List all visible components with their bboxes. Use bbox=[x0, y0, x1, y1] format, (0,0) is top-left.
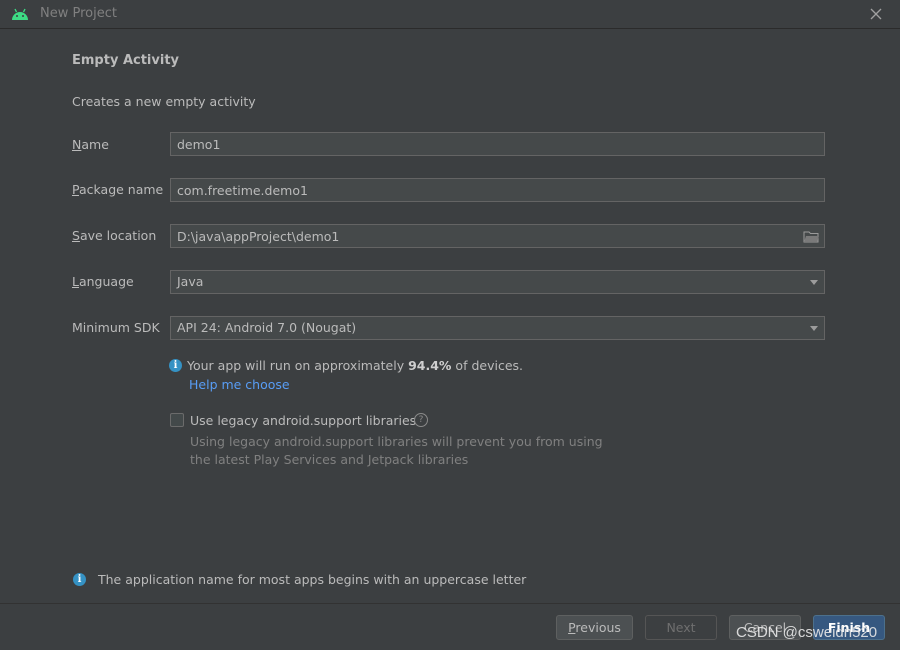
minimum-sdk-label: Minimum SDK bbox=[72, 320, 160, 335]
watermark: CSDN @csweidn520 bbox=[736, 624, 878, 641]
name-label-rest: ame bbox=[81, 137, 109, 152]
device-coverage-suffix: of devices. bbox=[451, 358, 523, 373]
device-coverage-percent: 94.4% bbox=[408, 358, 452, 373]
legacy-support-description-line1: Using legacy android.support libraries w… bbox=[190, 434, 603, 449]
previous-button-rest: revious bbox=[575, 620, 621, 635]
android-icon bbox=[12, 8, 28, 20]
save-location-label-rest: ave location bbox=[79, 228, 157, 243]
device-coverage-text: Your app will run on approximately 94.4%… bbox=[187, 358, 523, 373]
legacy-support-label[interactable]: Use legacy android.support libraries bbox=[190, 413, 416, 428]
chevron-down-icon bbox=[810, 280, 818, 285]
window-title: New Project bbox=[40, 6, 117, 21]
folder-icon[interactable] bbox=[803, 230, 819, 243]
language-select[interactable]: Java bbox=[170, 270, 825, 294]
package-name-input[interactable] bbox=[170, 178, 825, 202]
name-label-mnemonic: N bbox=[72, 137, 82, 152]
language-label-rest: anguage bbox=[78, 274, 134, 289]
next-button[interactable]: Next bbox=[645, 615, 717, 640]
device-coverage-prefix: Your app will run on approximately bbox=[187, 358, 409, 373]
help-me-choose-link[interactable]: Help me choose bbox=[189, 377, 290, 392]
chevron-down-icon bbox=[810, 326, 818, 331]
name-input[interactable] bbox=[170, 132, 825, 156]
package-name-label-rest: ackage name bbox=[78, 182, 164, 197]
footer-info-text: The application name for most apps begin… bbox=[98, 572, 527, 587]
legacy-support-description-line2: the latest Play Services and Jetpack lib… bbox=[190, 452, 469, 467]
title-bar: New Project bbox=[0, 0, 900, 29]
template-heading: Empty Activity bbox=[72, 53, 180, 68]
minimum-sdk-select-value: API 24: Android 7.0 (Nougat) bbox=[177, 320, 357, 335]
language-label-mnemonic: L bbox=[72, 274, 79, 289]
template-subtitle: Creates a new empty activity bbox=[72, 94, 256, 109]
language-select-value: Java bbox=[177, 274, 204, 289]
close-icon[interactable] bbox=[866, 4, 886, 24]
language-label: Language bbox=[72, 274, 134, 289]
save-location-label: Save location bbox=[72, 228, 156, 243]
info-icon: i bbox=[169, 359, 182, 372]
package-name-label-mnemonic: P bbox=[72, 182, 79, 197]
previous-button[interactable]: Previous bbox=[556, 615, 633, 640]
info-icon: i bbox=[73, 573, 86, 586]
package-name-label: Package name bbox=[72, 182, 163, 197]
save-location-input[interactable] bbox=[170, 224, 825, 248]
legacy-support-checkbox[interactable] bbox=[170, 413, 184, 427]
minimum-sdk-select[interactable]: API 24: Android 7.0 (Nougat) bbox=[170, 316, 825, 340]
save-location-label-mnemonic: S bbox=[72, 228, 80, 243]
question-icon[interactable]: ? bbox=[414, 413, 428, 427]
name-label: Name bbox=[72, 137, 109, 152]
